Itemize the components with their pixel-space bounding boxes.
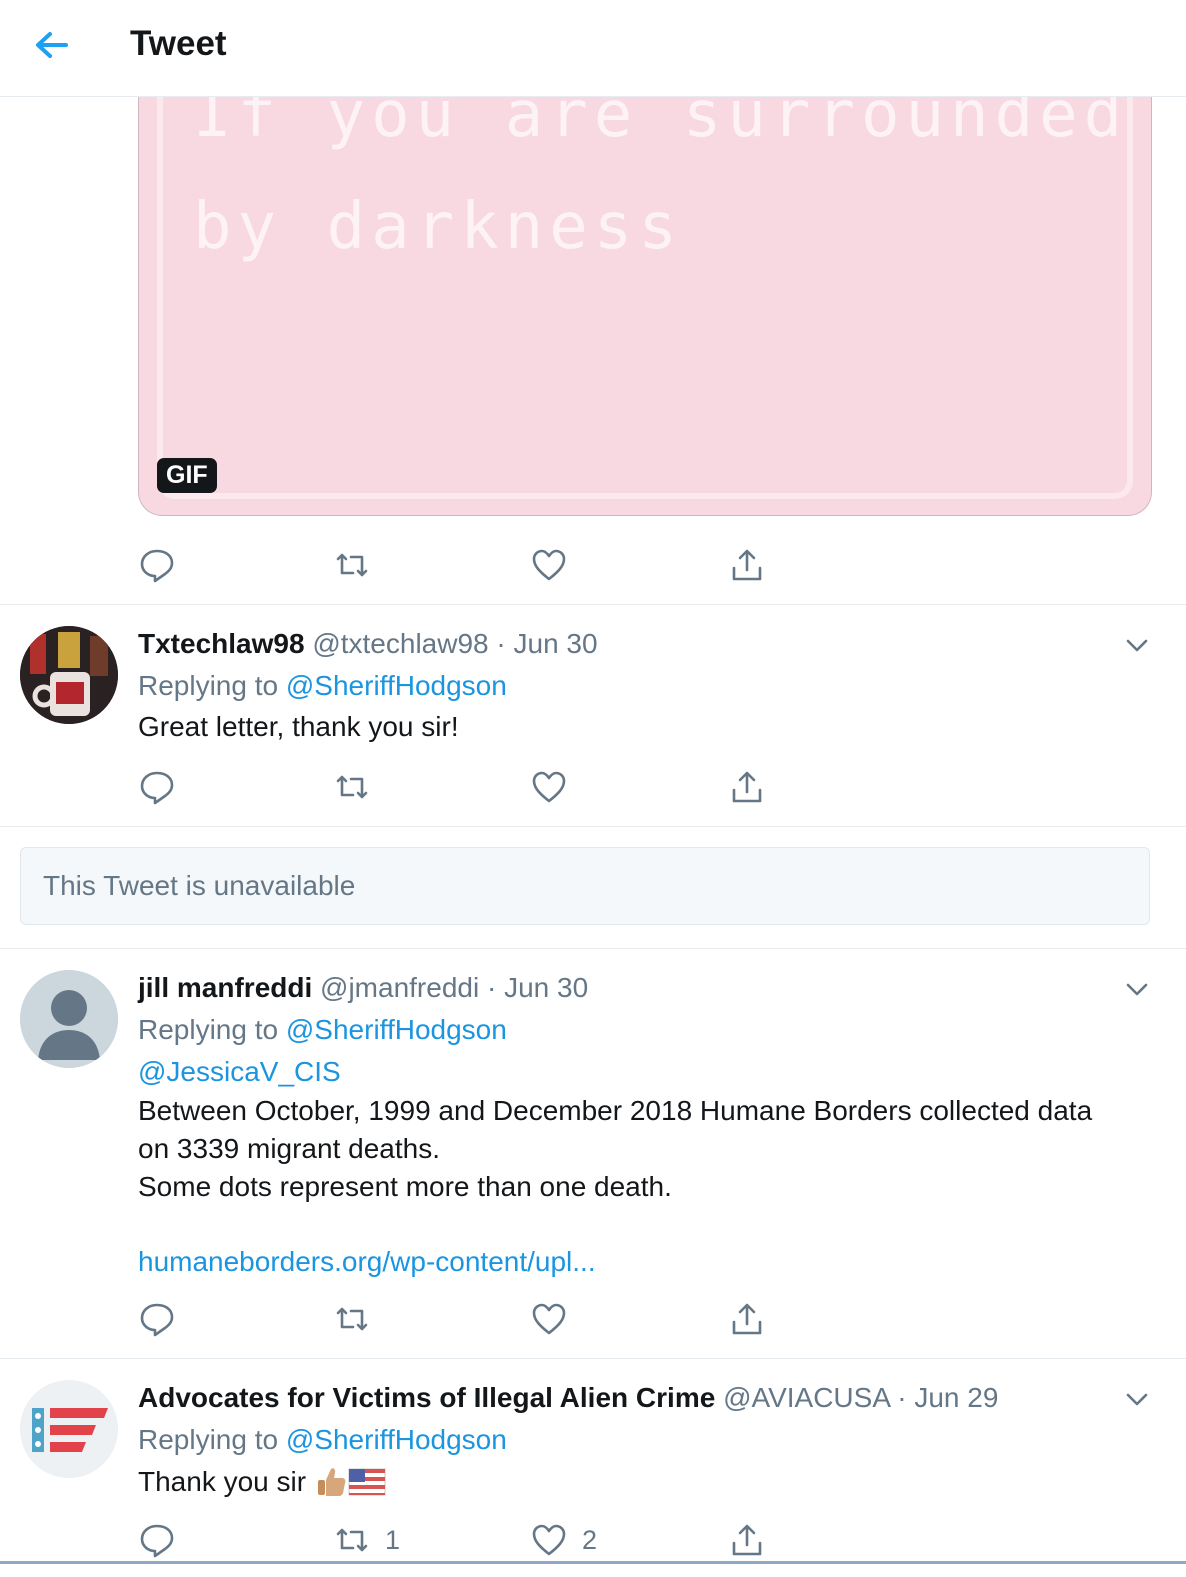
tweet-header: jill manfreddi @jmanfreddi · Jun 30 [138, 972, 588, 1004]
tweet-actions: 1 2 [138, 1521, 798, 1561]
tweet-actions [138, 1300, 798, 1340]
unavailable-text: This Tweet is unavailable [43, 870, 356, 901]
reply-button[interactable] [138, 1300, 176, 1338]
reply-icon [140, 1524, 174, 1558]
like-button[interactable] [530, 546, 568, 584]
replying-to: Replying to @SheriffHodgson [138, 670, 507, 702]
share-button[interactable] [728, 1300, 766, 1338]
gif-media[interactable]: If you are surrounded by darkness GIF [138, 60, 1152, 516]
retweet-icon [336, 1528, 368, 1552]
share-button[interactable] [728, 768, 766, 806]
tweet-header: Txtechlaw98 @txtechlaw98 · Jun 30 [138, 628, 598, 660]
page-title: Tweet [130, 24, 227, 63]
tweet-header: Advocates for Victims of Illegal Alien C… [138, 1382, 998, 1414]
date-separator: · [486, 972, 497, 1003]
divider [0, 948, 1186, 949]
share-icon [732, 1303, 762, 1335]
mention-link[interactable]: @SheriffHodgson [286, 1424, 507, 1455]
tweet-text-line: Between October, 1999 and December 2018 … [138, 1095, 1093, 1126]
tweet-actions [138, 546, 798, 586]
divider [0, 826, 1186, 827]
tweet-text-line: on 3339 migrant deaths. [138, 1133, 440, 1164]
retweet-button[interactable]: 1 [333, 1521, 400, 1559]
share-icon [732, 549, 762, 581]
reply-button[interactable] [138, 1521, 176, 1559]
chevron-down-icon[interactable] [1120, 628, 1154, 662]
tweet-text: Great letter, thank you sir! [138, 711, 459, 742]
replying-to: Replying to @SheriffHodgson [138, 1014, 507, 1046]
chevron-down-icon[interactable] [1120, 1382, 1154, 1416]
top-bar: Tweet [0, 0, 1186, 97]
share-button[interactable] [728, 1521, 766, 1559]
tweet-link: humaneborders.org/wp-content/upl... [138, 1243, 596, 1281]
like-icon [532, 1524, 566, 1556]
thumbs-up-emoji-icon [318, 1468, 346, 1496]
retweet-icon [336, 553, 368, 577]
like-icon [532, 771, 566, 803]
bottom-edge [0, 1561, 1186, 1564]
mention-link[interactable]: @SheriffHodgson [286, 670, 507, 701]
share-button[interactable] [728, 546, 766, 584]
replying-prefix: Replying to [138, 1424, 279, 1455]
retweet-button[interactable] [333, 1300, 371, 1338]
tweet-date[interactable]: Jun 29 [914, 1382, 998, 1413]
retweet-button[interactable] [333, 768, 371, 806]
gif-badge: GIF [157, 458, 217, 493]
replying-prefix: Replying to [138, 670, 279, 701]
date-separator: · [496, 628, 506, 659]
tweet-text-line: Some dots represent more than one death. [138, 1171, 672, 1202]
like-button[interactable] [530, 1300, 568, 1338]
author-name[interactable]: Advocates for Victims of Illegal Alien C… [138, 1382, 715, 1413]
avatar[interactable] [20, 1380, 118, 1478]
author-handle[interactable]: @jmanfreddi [320, 972, 479, 1003]
author-name[interactable]: Txtechlaw98 [138, 628, 305, 659]
retweet-button[interactable] [333, 546, 371, 584]
gif-text-line: by darkness [193, 190, 683, 264]
tweet-actions [138, 768, 798, 808]
reply-icon [140, 771, 174, 805]
tweet-mention: @JessicaV_CIS [138, 1053, 341, 1091]
unavailable-tweet-notice: This Tweet is unavailable [20, 847, 1150, 925]
chevron-down-icon[interactable] [1120, 972, 1154, 1006]
avatar[interactable] [20, 626, 118, 724]
tweet-date[interactable]: Jun 30 [504, 972, 588, 1003]
tweet-date[interactable]: Jun 30 [514, 628, 598, 659]
author-handle[interactable]: @AVIACUSA [723, 1382, 889, 1413]
avatar[interactable] [20, 970, 118, 1068]
share-icon [732, 1524, 762, 1556]
back-arrow-icon[interactable] [30, 24, 74, 68]
date-separator: · [897, 1382, 907, 1413]
replying-to: Replying to @SheriffHodgson [138, 1424, 507, 1456]
replying-prefix: Replying to [138, 1014, 279, 1045]
us-flag-emoji-icon [348, 1468, 386, 1496]
author-handle[interactable]: @txtechlaw98 [312, 628, 488, 659]
retweet-count: 1 [385, 1524, 401, 1555]
reply-button[interactable] [138, 546, 176, 584]
reply-icon [140, 549, 174, 583]
like-button[interactable] [530, 768, 568, 806]
divider [0, 1358, 1186, 1359]
external-link[interactable]: humaneborders.org/wp-content/upl... [138, 1246, 596, 1277]
tweet-text: Thank you sir [138, 1466, 307, 1497]
mention-link[interactable]: @JessicaV_CIS [138, 1056, 341, 1087]
like-count: 2 [582, 1524, 598, 1555]
mention-link[interactable]: @SheriffHodgson [286, 1014, 507, 1045]
like-icon [532, 549, 566, 581]
tweet-text-row: Thank you sir [138, 1463, 386, 1501]
author-name[interactable]: jill manfreddi [138, 972, 312, 1003]
reply-icon [140, 1303, 174, 1337]
like-button[interactable]: 2 [530, 1521, 597, 1559]
reply-button[interactable] [138, 768, 176, 806]
like-icon [532, 1303, 566, 1335]
retweet-icon [336, 1307, 368, 1331]
retweet-icon [336, 775, 368, 799]
divider [0, 604, 1186, 605]
share-icon [732, 771, 762, 803]
